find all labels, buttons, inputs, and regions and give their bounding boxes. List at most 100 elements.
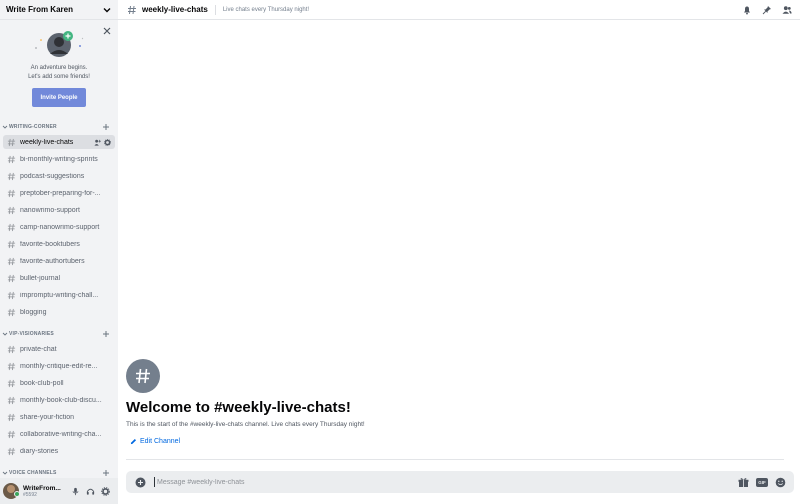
channel-header: weekly-live-chats Live chats every Thurs… xyxy=(118,0,800,20)
add-channel-icon[interactable] xyxy=(102,469,110,477)
category-writing-corner[interactable]: WRITING-CORNER xyxy=(0,122,118,132)
channel-name: impromptu-writing-chall... xyxy=(20,291,99,299)
channel-collaborative-writing[interactable]: collaborative-writing-cha... xyxy=(3,427,115,441)
hash-icon xyxy=(7,138,16,146)
channel-monthly-book-club[interactable]: monthly-book-club-discu... xyxy=(3,393,115,407)
add-channel-icon[interactable] xyxy=(102,123,110,131)
channel-name: monthly-critique-edit-re... xyxy=(20,362,98,370)
pencil-icon xyxy=(130,438,137,445)
category-label: VOICE CHANNELS xyxy=(9,470,57,476)
microphone-icon[interactable] xyxy=(71,487,80,496)
hash-icon xyxy=(7,189,16,197)
channel-preptober[interactable]: preptober-preparing-for-... xyxy=(3,186,115,200)
hash-icon xyxy=(7,430,16,438)
channel-podcast-suggestions[interactable]: podcast-suggestions xyxy=(3,169,115,183)
channel-blogging[interactable]: blogging xyxy=(3,305,115,319)
channel-impromptu-writing[interactable]: impromptu-writing-chall... xyxy=(3,288,115,302)
current-channel-name: weekly-live-chats xyxy=(142,5,208,14)
chevron-down-icon xyxy=(2,471,8,475)
hash-icon xyxy=(7,257,16,265)
channel-favorite-booktubers[interactable]: favorite-booktubers xyxy=(3,237,115,251)
category-vip-visionaries[interactable]: VIP-VISIONARIES xyxy=(0,329,118,339)
server-header[interactable]: Write From Karen xyxy=(0,0,118,20)
invite-member-icon[interactable] xyxy=(94,139,101,146)
invite-people-button[interactable]: Invite People xyxy=(32,88,86,107)
category-label: VIP-VISIONARIES xyxy=(9,331,54,337)
channel-book-club-poll[interactable]: book-club-poll xyxy=(3,376,115,390)
channel-monthly-critique[interactable]: monthly-critique-edit-re... xyxy=(3,359,115,373)
channel-name: bullet-journal xyxy=(20,274,61,282)
gif-button[interactable]: GIF xyxy=(756,477,768,487)
channel-sidebar: Write From Karen An adventure begins. Le… xyxy=(0,0,118,504)
category-label: WRITING-CORNER xyxy=(9,124,57,130)
header-toolbar xyxy=(742,5,792,15)
hash-icon xyxy=(7,291,16,299)
channel-name: diary-stories xyxy=(20,447,59,455)
chevron-down-icon xyxy=(2,332,8,336)
hash-icon xyxy=(7,308,16,316)
hash-icon xyxy=(7,345,16,353)
add-channel-icon[interactable] xyxy=(102,330,110,338)
gift-icon[interactable] xyxy=(738,477,749,488)
user-info[interactable]: WriteFrom... #5592 xyxy=(23,485,61,498)
channel-name: podcast-suggestions xyxy=(20,172,85,180)
hash-icon xyxy=(7,172,16,180)
channel-share-your-fiction[interactable]: share-your-fiction xyxy=(3,410,115,424)
friends-illustration-icon xyxy=(35,31,84,57)
hash-icon xyxy=(7,396,16,404)
gear-icon[interactable] xyxy=(104,138,111,146)
header-divider xyxy=(214,4,216,15)
pin-icon[interactable] xyxy=(762,5,772,15)
channel-name: favorite-booktubers xyxy=(20,240,80,248)
channel-camp-nanowrimo-support[interactable]: camp-nanowrimo-support xyxy=(3,220,115,234)
invite-message: An adventure begins. Let's add some frie… xyxy=(0,64,118,81)
hash-icon xyxy=(7,447,16,455)
hash-icon xyxy=(7,155,16,163)
hash-icon xyxy=(7,379,16,387)
chevron-down-icon xyxy=(2,125,8,129)
hash-icon xyxy=(128,5,136,14)
channel-bullet-journal[interactable]: bullet-journal xyxy=(3,271,115,285)
channel-bi-monthly-writing-sprints[interactable]: bi-monthly-writing-sprints xyxy=(3,152,115,166)
gear-icon[interactable] xyxy=(101,486,110,496)
hash-icon xyxy=(7,274,16,282)
channel-name: bi-monthly-writing-sprints xyxy=(20,155,98,163)
channel-name: book-club-poll xyxy=(20,379,64,387)
hash-icon xyxy=(7,362,16,370)
channel-name: nanowrimo-support xyxy=(20,206,80,214)
hash-icon xyxy=(7,413,16,421)
channel-name: preptober-preparing-for-... xyxy=(20,189,101,197)
headphones-icon[interactable] xyxy=(86,487,95,496)
channel-weekly-live-chats[interactable]: weekly-live-chats xyxy=(3,135,115,149)
close-icon[interactable] xyxy=(102,26,112,36)
channel-private-chat[interactable]: private-chat xyxy=(3,342,115,356)
message-input[interactable] xyxy=(154,477,738,487)
user-discriminator: #5592 xyxy=(23,491,37,498)
composer-actions: GIF xyxy=(738,477,786,488)
server-name: Write From Karen xyxy=(6,5,73,14)
channel-name: collaborative-writing-cha... xyxy=(20,430,102,438)
channel-diary-stories[interactable]: diary-stories xyxy=(3,444,115,458)
hash-icon xyxy=(7,223,16,231)
channel-name: share-your-fiction xyxy=(20,413,75,421)
hash-icon xyxy=(136,368,150,384)
members-icon[interactable] xyxy=(782,5,792,15)
hash-icon xyxy=(7,206,16,214)
emoji-icon[interactable] xyxy=(775,477,786,488)
channel-favorite-authortubers[interactable]: favorite-authortubers xyxy=(3,254,115,268)
hash-icon xyxy=(7,240,16,248)
add-attachment-icon[interactable] xyxy=(135,477,146,488)
channel-name: camp-nanowrimo-support xyxy=(20,223,100,231)
chevron-down-icon xyxy=(103,7,111,12)
message-divider xyxy=(126,459,784,460)
welcome-title: Welcome to #weekly-live-chats! xyxy=(126,399,351,416)
bell-icon[interactable] xyxy=(742,5,752,15)
edit-channel-link[interactable]: Edit Channel xyxy=(130,438,180,445)
welcome-subtitle: This is the start of the #weekly-live-ch… xyxy=(126,421,365,428)
channel-topic[interactable]: Live chats every Thursday night! xyxy=(223,7,742,13)
invite-line-2: Let's add some friends! xyxy=(28,73,90,80)
invite-prompt: An adventure begins. Let's add some frie… xyxy=(0,22,118,114)
channel-nanowrimo-support[interactable]: nanowrimo-support xyxy=(3,203,115,217)
channel-name: blogging xyxy=(20,308,47,316)
category-voice-channels[interactable]: VOICE CHANNELS xyxy=(0,468,118,478)
